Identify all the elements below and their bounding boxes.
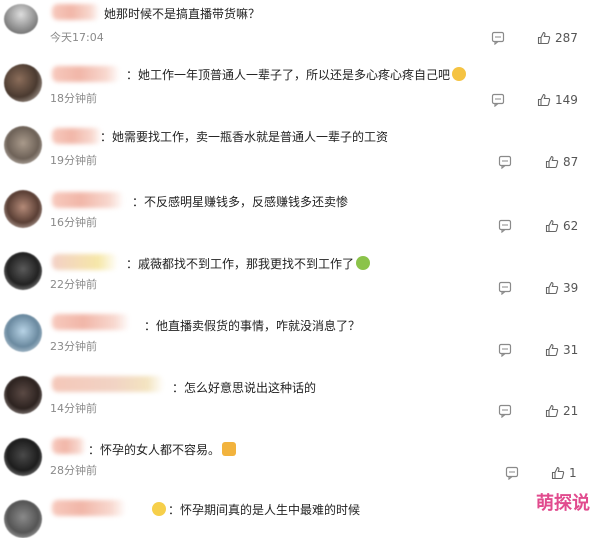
comment-item: ：怀孕的女人都不容易。 28分钟前 1 bbox=[0, 430, 594, 492]
sparkle-emoji-icon bbox=[152, 502, 166, 516]
avatar[interactable] bbox=[4, 126, 42, 164]
comment-text: 她那时候不是搞直播带货嘛？ bbox=[104, 7, 261, 21]
timestamp: 18分钟前 bbox=[50, 92, 97, 105]
avatar[interactable] bbox=[4, 438, 42, 476]
avatar[interactable] bbox=[4, 500, 42, 538]
thumb-up-icon bbox=[551, 466, 565, 480]
timestamp: 16分钟前 bbox=[50, 216, 97, 229]
timestamp: 23分钟前 bbox=[50, 340, 97, 353]
avatar[interactable] bbox=[4, 252, 42, 290]
username[interactable] bbox=[52, 376, 164, 392]
comment-text: ：她需要找工作，卖一瓶香水就是普通人一辈子的工资 bbox=[100, 130, 389, 144]
watermark: 萌探说 bbox=[536, 493, 590, 514]
comment-text: ：戚薇都找不到工作，那我更找不到工作了 bbox=[126, 256, 371, 272]
comment-reply-icon[interactable] bbox=[505, 466, 519, 480]
like-count: 62 bbox=[563, 219, 579, 233]
avatar[interactable] bbox=[4, 190, 42, 228]
timestamp: 14分钟前 bbox=[50, 402, 97, 415]
comment-text: ：怀孕的女人都不容易。 bbox=[88, 442, 237, 458]
crying-emoji-icon bbox=[356, 256, 371, 270]
comment-text: ：他直播卖假货的事情，咋就没消息了？ bbox=[144, 319, 361, 333]
timestamp: 28分钟前 bbox=[50, 464, 97, 477]
thumb-up-icon bbox=[545, 404, 559, 418]
comment-reply-icon[interactable] bbox=[491, 31, 505, 45]
like-count: 21 bbox=[563, 404, 579, 418]
comment-reply-icon[interactable] bbox=[498, 343, 512, 357]
like-button[interactable]: 87 bbox=[545, 154, 578, 170]
username[interactable] bbox=[52, 254, 118, 270]
like-count: 1 bbox=[569, 466, 577, 480]
avatar[interactable] bbox=[4, 314, 42, 352]
username[interactable] bbox=[52, 192, 124, 208]
comment-text: ：不反感明星赚钱多，反感赚钱多还卖惨 bbox=[132, 195, 349, 209]
comment-item: ：他直播卖假货的事情，咋就没消息了？ 23分钟前 31 bbox=[0, 306, 594, 368]
like-count: 287 bbox=[555, 31, 578, 45]
thumb-up-icon bbox=[545, 219, 559, 233]
comment-item: ：戚薇都找不到工作，那我更找不到工作了 22分钟前 39 bbox=[0, 244, 594, 306]
like-count: 31 bbox=[563, 343, 579, 357]
timestamp: 22分钟前 bbox=[50, 278, 97, 291]
like-count: 87 bbox=[563, 155, 579, 169]
avatar[interactable] bbox=[4, 4, 38, 34]
like-count: 149 bbox=[555, 93, 578, 107]
comment-reply-icon[interactable] bbox=[498, 404, 512, 418]
like-button[interactable]: 149 bbox=[537, 92, 578, 108]
comment-reply-icon[interactable] bbox=[498, 281, 512, 295]
username[interactable] bbox=[52, 4, 100, 20]
thumb-up-icon bbox=[545, 281, 559, 295]
comment-item: ：怎么好意思说出这种话的 14分钟前 21 bbox=[0, 368, 594, 430]
comment-item: ：她需要找工作，卖一瓶香水就是普通人一辈子的工资 19分钟前 87 bbox=[0, 120, 594, 182]
comment-reply-icon[interactable] bbox=[498, 155, 512, 169]
comment-text: ：她工作一年顶普通人一辈子了，所以还是多心疼心疼自己吧 bbox=[126, 67, 467, 83]
comment-item: ：不反感明星赚钱多，反感赚钱多还卖惨 16分钟前 62 bbox=[0, 182, 594, 244]
like-button[interactable]: 287 bbox=[537, 30, 578, 46]
comment-item: ：怀孕期间真的是人生中最难的时候 bbox=[0, 492, 594, 538]
like-button[interactable]: 31 bbox=[545, 342, 578, 358]
like-count: 39 bbox=[563, 281, 579, 295]
username[interactable] bbox=[52, 128, 102, 144]
username[interactable] bbox=[52, 438, 86, 454]
comment-item: ：她工作一年顶普通人一辈子了，所以还是多心疼心疼自己吧 18分钟前 149 bbox=[0, 60, 594, 120]
comment-reply-icon[interactable] bbox=[491, 93, 505, 107]
thumb-up-icon bbox=[537, 31, 551, 45]
comment-text: ：怎么好意思说出这种话的 bbox=[172, 381, 317, 395]
comment-item: 她那时候不是搞直播带货嘛？ 今天17:04 287 bbox=[0, 0, 594, 60]
avatar[interactable] bbox=[4, 376, 42, 414]
like-button[interactable]: 21 bbox=[545, 403, 578, 419]
username[interactable] bbox=[52, 314, 130, 330]
username[interactable] bbox=[52, 500, 126, 516]
avatar[interactable] bbox=[4, 64, 42, 102]
timestamp: 19分钟前 bbox=[50, 154, 97, 167]
thumbs-up-emoji-icon bbox=[222, 442, 237, 456]
comment-reply-icon[interactable] bbox=[498, 219, 512, 233]
username[interactable] bbox=[52, 66, 120, 82]
thumb-up-icon bbox=[545, 343, 559, 357]
comment-text: ：怀孕期间真的是人生中最难的时候 bbox=[150, 502, 360, 518]
like-button[interactable]: 1 bbox=[551, 465, 577, 481]
like-button[interactable]: 62 bbox=[545, 218, 578, 234]
like-button[interactable]: 39 bbox=[545, 280, 578, 296]
timestamp: 今天17:04 bbox=[50, 31, 104, 44]
thumb-up-icon bbox=[545, 155, 559, 169]
thumb-up-icon bbox=[537, 93, 551, 107]
smirk-emoji-icon bbox=[452, 67, 467, 81]
